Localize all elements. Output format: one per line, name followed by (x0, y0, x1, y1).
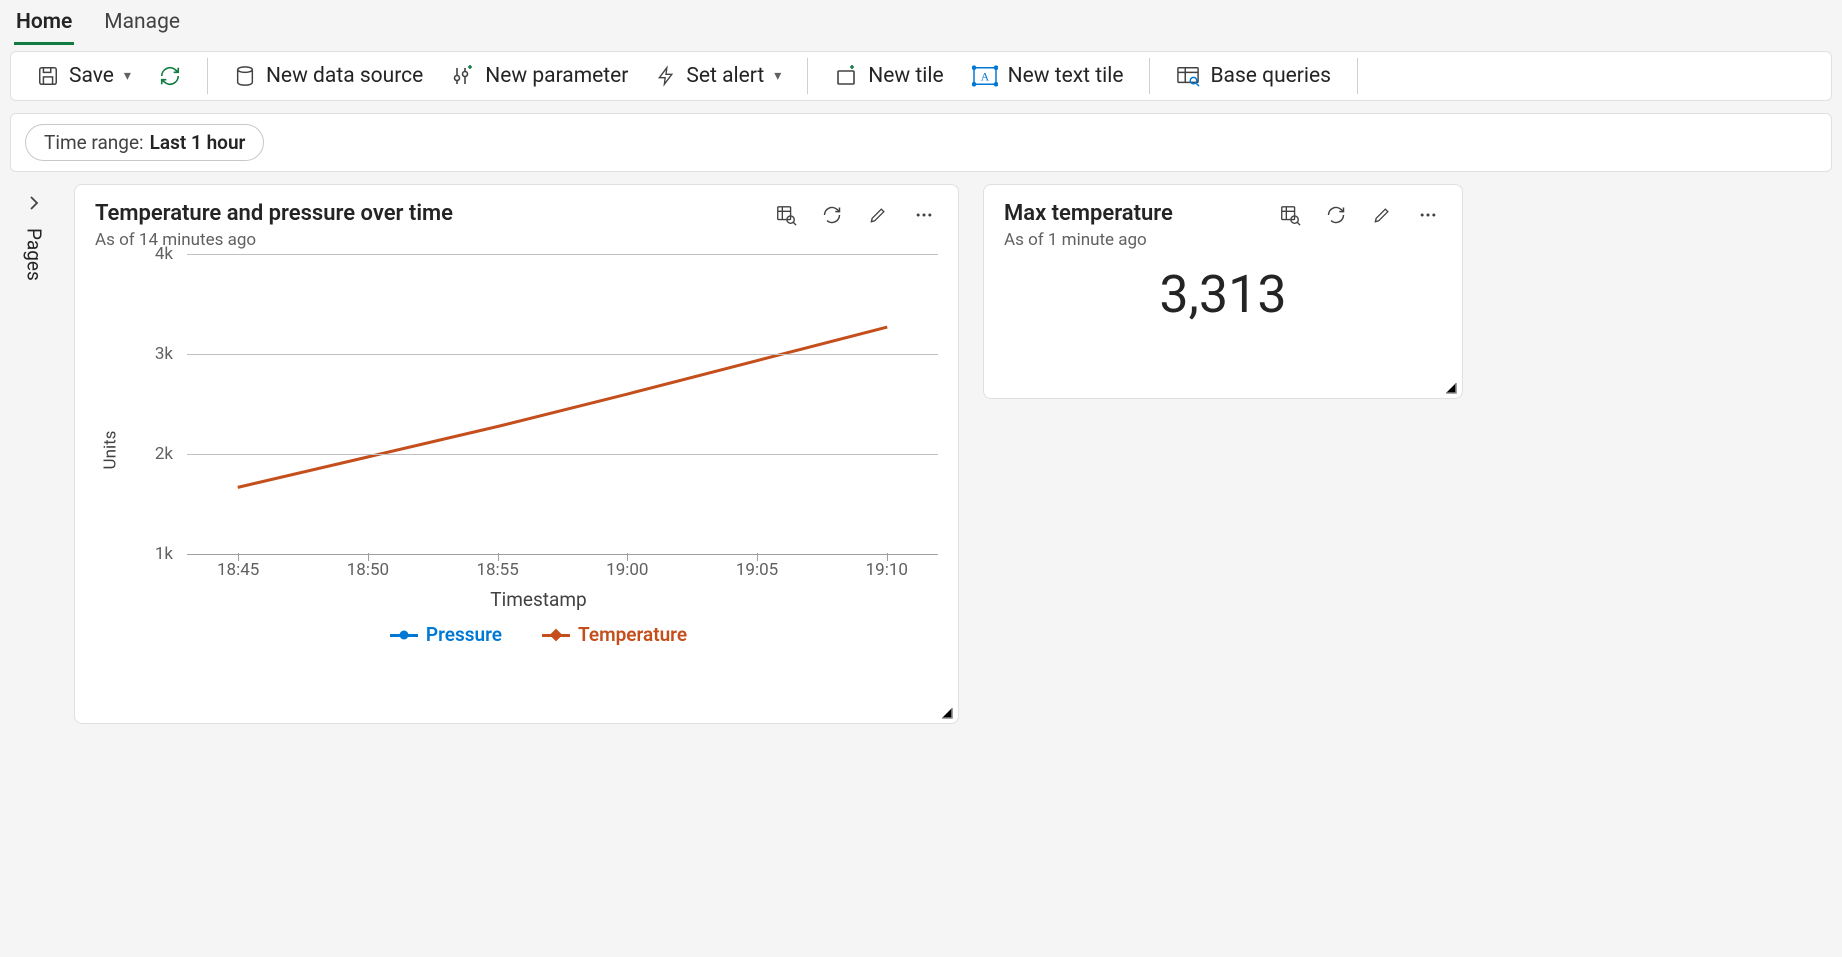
refresh-button[interactable] (149, 59, 191, 93)
legend-label: Pressure (426, 623, 502, 646)
bolt-icon (656, 65, 676, 87)
chevron-down-icon: ▾ (124, 68, 131, 84)
chart-tile-subtitle: As of 14 minutes ago (95, 230, 453, 250)
set-alert-label: Set alert (686, 64, 764, 88)
chart-tile: Temperature and pressure over time As of… (74, 184, 959, 724)
chart-legend: Pressure Temperature (139, 623, 938, 646)
toolbar-separator (807, 58, 808, 94)
set-alert-button[interactable]: Set alert ▾ (646, 58, 791, 94)
parameter-icon (451, 64, 475, 88)
x-tick-label: 19:00 (606, 560, 648, 580)
stat-value: 3,313 (1004, 264, 1442, 325)
toolbar: Save ▾ New data source New parameter Set… (10, 51, 1832, 101)
chart-ylabel: Units (100, 431, 120, 470)
time-range-picker[interactable]: Time range: Last 1 hour (25, 124, 264, 161)
dashboard-canvas: Temperature and pressure over time As of… (58, 184, 1832, 724)
y-tick-label: 2k (155, 444, 173, 464)
time-range-label: Time range: (44, 131, 144, 154)
stat-tile-subtitle: As of 1 minute ago (1004, 230, 1173, 250)
chevron-down-icon: ▾ (774, 68, 781, 84)
toolbar-separator (1357, 58, 1358, 94)
svg-text:A: A (980, 70, 989, 84)
filter-bar: Time range: Last 1 hour (10, 113, 1832, 172)
stat-tile-title: Max temperature (1004, 201, 1173, 226)
x-tick-label: 19:10 (866, 560, 908, 580)
x-tick-label: 19:05 (736, 560, 778, 580)
refresh-icon (159, 65, 181, 87)
legend-item[interactable]: Temperature (542, 623, 687, 646)
new-tile-label: New tile (868, 64, 943, 88)
edit-tile-button[interactable] (864, 201, 892, 229)
tab-home[interactable]: Home (14, 0, 74, 45)
top-tabs: Home Manage (0, 0, 1842, 45)
text-tile-icon: A (972, 65, 998, 87)
new-data-source-button[interactable]: New data source (224, 58, 433, 94)
chart-tile-title: Temperature and pressure over time (95, 201, 453, 226)
new-tile-button[interactable]: New tile (824, 58, 953, 94)
y-tick-label: 3k (155, 344, 173, 364)
legend-marker-icon (542, 634, 570, 636)
new-text-tile-label: New text tile (1008, 64, 1124, 88)
save-button[interactable]: Save ▾ (27, 58, 141, 94)
more-tile-button[interactable] (910, 201, 938, 229)
save-label: Save (69, 64, 114, 88)
y-tick-label: 4k (155, 244, 173, 264)
pages-label: Pages (23, 228, 46, 281)
resize-handle-icon[interactable] (1444, 380, 1458, 394)
new-parameter-button[interactable]: New parameter (441, 58, 638, 94)
x-tick-label: 18:45 (217, 560, 259, 580)
y-tick-label: 1k (155, 544, 173, 564)
save-icon (37, 65, 59, 87)
database-icon (234, 65, 256, 87)
pages-gutter: Pages (10, 184, 58, 724)
edit-tile-button[interactable] (1368, 201, 1396, 229)
refresh-tile-button[interactable] (818, 201, 846, 229)
new-data-source-label: New data source (266, 64, 423, 88)
base-queries-icon (1176, 65, 1200, 87)
new-parameter-label: New parameter (485, 64, 628, 88)
chart-xlabel: Timestamp (139, 588, 938, 611)
pages-expand-button[interactable] (22, 188, 46, 220)
chart-plot: Units 4k3k2k1k 18:4518:5018:5519:0019:05… (95, 254, 938, 646)
new-tile-icon (834, 64, 858, 88)
chart-series-line (238, 327, 888, 487)
refresh-tile-button[interactable] (1322, 201, 1350, 229)
new-text-tile-button[interactable]: A New text tile (962, 58, 1134, 94)
x-tick-label: 18:50 (347, 560, 389, 580)
toolbar-separator (1149, 58, 1150, 94)
legend-marker-icon (390, 634, 418, 636)
base-queries-label: Base queries (1210, 64, 1331, 88)
stat-tile: Max temperature As of 1 minute ago (983, 184, 1463, 399)
more-tile-button[interactable] (1414, 201, 1442, 229)
legend-item[interactable]: Pressure (390, 623, 502, 646)
base-queries-button[interactable]: Base queries (1166, 58, 1341, 94)
x-tick-label: 18:55 (476, 560, 518, 580)
time-range-value: Last 1 hour (150, 131, 246, 154)
toolbar-separator (207, 58, 208, 94)
explore-data-button[interactable] (772, 201, 800, 229)
explore-data-button[interactable] (1276, 201, 1304, 229)
resize-handle-icon[interactable] (940, 705, 954, 719)
legend-label: Temperature (578, 623, 687, 646)
tab-manage[interactable]: Manage (102, 0, 182, 45)
